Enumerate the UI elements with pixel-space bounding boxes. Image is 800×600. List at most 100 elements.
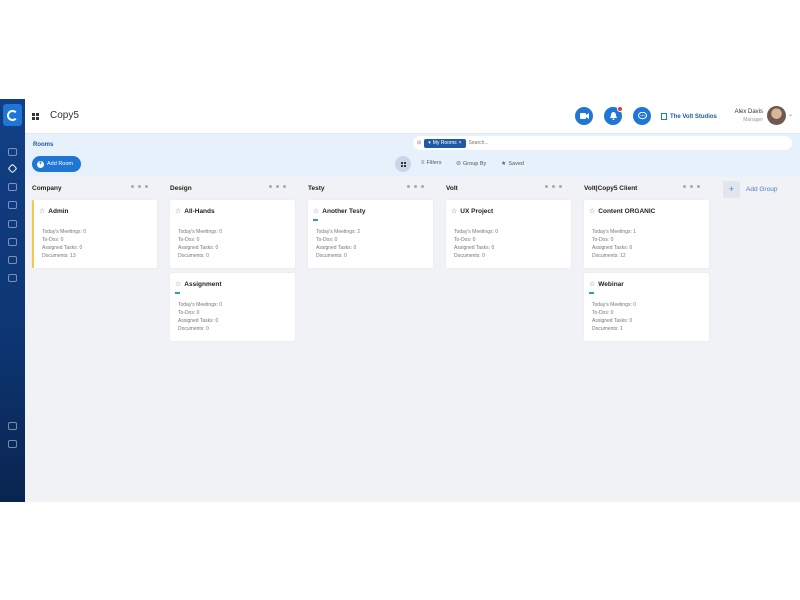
user-role: Manager [743, 117, 763, 123]
room-card[interactable]: ☆ Assignment Today's Meetings: 0 To-Dos: … [170, 273, 295, 341]
room-stats: Today's Meetings: 2 To-Dos: 0 Assigned T… [316, 228, 360, 260]
chat-button[interactable] [633, 107, 651, 125]
star-icon[interactable]: ☆ [39, 207, 45, 215]
add-room-button[interactable]: + Add Room [32, 156, 81, 172]
saved-label: Saved [508, 160, 524, 167]
app-logo[interactable] [3, 104, 22, 126]
filter-mode-icon[interactable]: ⊞ [417, 140, 421, 146]
sidebar-tools-icon[interactable] [8, 201, 17, 209]
sidebar-settings-icon[interactable] [8, 440, 17, 448]
room-card[interactable]: ☆ All-Hands Today's Meetings: 0 To-Dos: 0… [170, 200, 295, 268]
stat-documents: Documents: 0 [178, 253, 209, 259]
group-menu-dots[interactable] [269, 185, 286, 188]
filters-button[interactable]: ≡ Filters [421, 160, 442, 166]
funnel-icon: ▾ [428, 140, 431, 146]
page-title: Copy5 [50, 110, 79, 121]
room-tag [589, 292, 594, 294]
bell-icon [609, 112, 617, 120]
sidebar-rooms-icon[interactable] [7, 163, 18, 174]
stat-todos: To-Dos: 0 [178, 237, 200, 243]
room-tag [313, 219, 318, 221]
star-icon[interactable]: ☆ [589, 207, 595, 215]
room-stats: Today's Meetings: 0 To-Dos: 0 Assigned T… [592, 301, 636, 333]
group-menu-dots[interactable] [407, 185, 424, 188]
stat-meetings: Today's Meetings: 0 [178, 302, 223, 308]
stat-documents: Documents: 0 [316, 253, 347, 259]
chip-close-icon[interactable]: × [459, 140, 462, 146]
stat-documents: Documents: 13 [42, 253, 76, 259]
workspace-selector[interactable]: The Volt Studios [661, 113, 717, 120]
stat-meetings: Today's Meetings: 0 [42, 229, 87, 235]
grid-view-icon [400, 161, 406, 167]
saved-button[interactable]: ★ Saved [501, 160, 524, 168]
apps-grid-icon[interactable] [32, 113, 39, 120]
star-icon[interactable]: ☆ [589, 280, 595, 288]
room-card[interactable]: ☆ Another Testy Today's Meetings: 2 To-Do… [308, 200, 433, 268]
stat-todos: To-Dos: 0 [42, 237, 64, 243]
room-card[interactable]: ☆ UX Project Today's Meetings: 0 To-Dos: … [446, 200, 571, 268]
room-title: Webinar [598, 280, 624, 288]
add-group-label: Add Group [746, 186, 778, 193]
plus-icon: + [723, 181, 740, 198]
search-bar[interactable]: ⊞ ▾ My Rooms × [413, 136, 792, 150]
building-icon [661, 113, 667, 120]
search-input[interactable] [468, 140, 589, 146]
stat-documents: Documents: 0 [178, 326, 209, 332]
group-menu-dots[interactable] [131, 185, 148, 188]
rooms-heading: Rooms [33, 142, 54, 148]
stat-tasks: Assigned Tasks: 0 [42, 245, 83, 251]
sidebar-chat-icon[interactable] [8, 256, 17, 264]
chat-bubble-icon [637, 112, 647, 120]
top-bar: Copy5 The Volt Studios Alex Davis Manage… [25, 99, 800, 134]
stat-meetings: Today's Meetings: 2 [316, 229, 361, 235]
stat-tasks: Assigned Tasks: 0 [454, 245, 495, 251]
filter-chip[interactable]: ▾ My Rooms × [424, 138, 466, 148]
sidebar-home-icon[interactable] [8, 148, 17, 156]
group-menu-dots[interactable] [683, 185, 700, 188]
star-icon[interactable]: ☆ [451, 207, 457, 215]
star-icon[interactable]: ☆ [175, 207, 181, 215]
room-title: All-Hands [184, 207, 215, 215]
rooms-toolbar: Rooms + Add Room ⊞ ▾ My Rooms × ≡ Filter… [25, 134, 800, 177]
notification-dot [617, 106, 623, 112]
stat-meetings: Today's Meetings: 0 [592, 302, 637, 308]
sidebar-calendar-icon[interactable] [8, 183, 17, 191]
star-icon[interactable]: ☆ [313, 207, 319, 215]
filters-label: Filters [426, 160, 442, 166]
group-title: Company [32, 185, 62, 192]
sidebar-contacts-icon[interactable] [8, 238, 17, 246]
group-menu-dots[interactable] [545, 185, 562, 188]
room-card[interactable]: ☆ Content ORGANIC Today's Meetings: 1 To-… [584, 200, 709, 268]
sliders-icon: ≡ [421, 160, 425, 166]
room-card[interactable]: ☆ Webinar Today's Meetings: 0 To-Dos: 0 A… [584, 273, 709, 341]
group-title: Volt|Copy5 Client [584, 185, 638, 192]
stat-tasks: Assigned Tasks: 0 [178, 245, 219, 251]
add-group-button[interactable]: + Add Group [723, 181, 777, 198]
room-card[interactable]: ☆ Admin Today's Meetings: 0 To-Dos: 0 Ass… [32, 200, 157, 268]
video-call-button[interactable] [575, 107, 593, 125]
group-title: Volt [446, 185, 458, 192]
board-view-toggle[interactable] [395, 156, 411, 172]
sidebar-documents-icon[interactable] [8, 274, 17, 282]
filter-chip-label: My Rooms [432, 140, 457, 146]
star-icon[interactable]: ☆ [175, 280, 181, 288]
stat-documents: Documents: 0 [454, 253, 485, 259]
room-stats: Today's Meetings: 1 To-Dos: 0 Assigned T… [592, 228, 636, 260]
group-by-button[interactable]: ⊜ Group By [456, 160, 486, 168]
notifications-button[interactable] [604, 106, 623, 125]
stat-todos: To-Dos: 0 [592, 310, 614, 316]
sidebar-tasks-icon[interactable] [8, 220, 17, 228]
sidebar [0, 99, 25, 502]
room-stats: Today's Meetings: 0 To-Dos: 0 Assigned T… [454, 228, 498, 260]
stat-todos: To-Dos: 0 [178, 310, 200, 316]
avatar[interactable] [767, 106, 786, 125]
room-board: Company ☆ Admin Today's Meetings: 0 To-Do… [25, 177, 800, 502]
chevron-down-icon[interactable]: ⌄ [788, 111, 793, 118]
room-stats: Today's Meetings: 0 To-Dos: 0 Assigned T… [178, 228, 222, 260]
stat-meetings: Today's Meetings: 0 [454, 229, 499, 235]
stat-tasks: Assigned Tasks: 0 [316, 245, 357, 251]
group-title: Testy [308, 185, 325, 192]
stat-meetings: Today's Meetings: 0 [178, 229, 223, 235]
video-icon [579, 113, 589, 119]
sidebar-apps-icon[interactable] [8, 422, 17, 430]
